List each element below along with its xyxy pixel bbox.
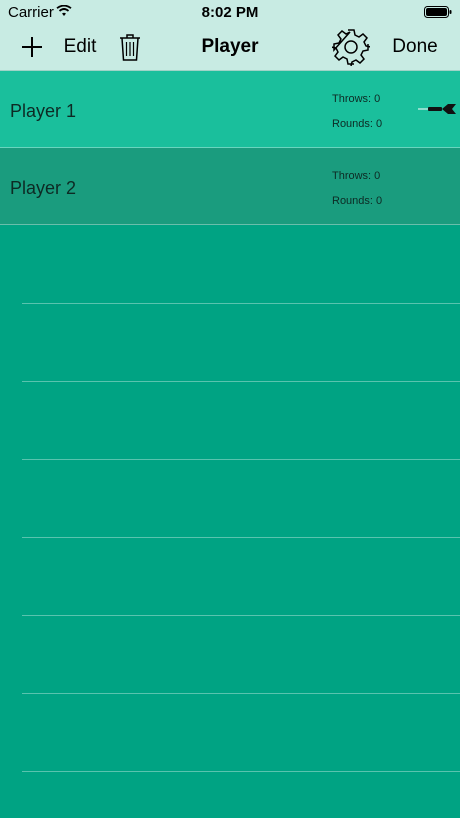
status-bar: Carrier 8:02 PM	[0, 0, 460, 24]
edit-button[interactable]: Edit	[62, 24, 98, 70]
dart-icon	[418, 104, 456, 114]
empty-row-divider	[22, 303, 460, 304]
wifi-icon	[56, 5, 72, 16]
navigation-bar: Edit Player Done	[0, 24, 460, 71]
rounds-count: Rounds: 0	[332, 118, 383, 130]
empty-row-divider	[22, 771, 460, 772]
battery-icon	[424, 6, 452, 18]
empty-row-divider	[22, 615, 460, 616]
add-player-button[interactable]	[18, 24, 46, 70]
player-list: Player 1 Throws: 0 Rounds: 0 Player 2 Th…	[0, 71, 460, 225]
empty-row-divider	[22, 459, 460, 460]
player-name: Player 1	[10, 101, 77, 121]
carrier-label: Carrier	[8, 4, 54, 21]
player-row-1[interactable]: Player 1 Throws: 0 Rounds: 0	[0, 71, 460, 148]
player-row-2[interactable]: Player 2 Throws: 0 Rounds: 0	[0, 148, 460, 225]
rounds-count: Rounds: 0	[332, 195, 383, 207]
settings-button[interactable]	[330, 24, 372, 70]
done-button[interactable]: Done	[392, 24, 438, 70]
trash-icon	[120, 34, 140, 61]
empty-row-divider	[22, 537, 460, 538]
delete-button[interactable]	[116, 24, 144, 70]
throws-count: Throws: 0	[332, 170, 381, 182]
throws-count: Throws: 0	[332, 93, 381, 105]
empty-row-divider	[22, 381, 460, 382]
empty-row-divider	[22, 693, 460, 694]
player-name: Player 2	[10, 178, 77, 198]
plus-icon	[22, 37, 42, 57]
gear-icon	[332, 29, 370, 66]
